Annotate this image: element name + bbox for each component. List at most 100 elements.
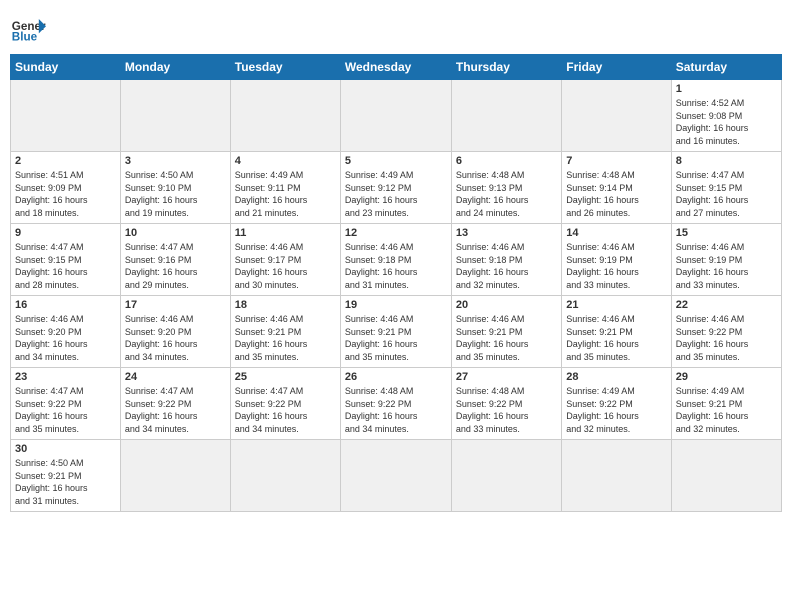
calendar-cell [230, 80, 340, 152]
calendar-cell: 16 Sunrise: 4:46 AM Sunset: 9:20 PM Dayli… [11, 296, 121, 368]
day-number: 24 [125, 371, 226, 383]
day-info: Sunrise: 4:51 AM Sunset: 9:09 PM Dayligh… [15, 169, 116, 219]
day-number: 17 [125, 299, 226, 311]
calendar-cell [451, 80, 561, 152]
calendar-cell [562, 80, 671, 152]
day-number: 20 [456, 299, 557, 311]
day-number: 6 [456, 155, 557, 167]
calendar-cell: 23Sunrise: 4:47 AM Sunset: 9:22 PM Dayli… [11, 368, 121, 440]
day-info: Sunrise: 4:50 AM Sunset: 9:21 PM Dayligh… [15, 457, 116, 507]
day-header-sunday: Sunday [11, 55, 121, 80]
calendar-cell: 21 Sunrise: 4:46 AM Sunset: 9:21 PM Dayli… [562, 296, 671, 368]
calendar-cell: 29Sunrise: 4:49 AM Sunset: 9:21 PM Dayli… [671, 368, 781, 440]
day-info: Sunrise: 4:49 AM Sunset: 9:12 PM Dayligh… [345, 169, 447, 219]
calendar-cell: 12Sunrise: 4:46 AM Sunset: 9:18 PM Dayli… [340, 224, 451, 296]
day-number: 3 [125, 155, 226, 167]
calendar-cell: 19 Sunrise: 4:46 AM Sunset: 9:21 PM Dayli… [340, 296, 451, 368]
day-number: 10 [125, 227, 226, 239]
day-number: 21 [566, 299, 666, 311]
logo: General Blue [10, 10, 46, 46]
page-header: General Blue [10, 10, 782, 46]
calendar-cell: 30 Sunrise: 4:50 AM Sunset: 9:21 PM Dayli… [11, 440, 121, 512]
calendar-cell [11, 80, 121, 152]
day-info: Sunrise: 4:46 AM Sunset: 9:21 PM Dayligh… [456, 313, 557, 363]
calendar-cell: 18 Sunrise: 4:46 AM Sunset: 9:21 PM Dayli… [230, 296, 340, 368]
calendar-cell [230, 440, 340, 512]
day-header-wednesday: Wednesday [340, 55, 451, 80]
logo-icon: General Blue [10, 10, 46, 46]
week-row-1: 1 Sunrise: 4:52 AM Sunset: 9:08 PM Daylig… [11, 80, 782, 152]
calendar-cell: 26Sunrise: 4:48 AM Sunset: 9:22 PM Dayli… [340, 368, 451, 440]
calendar-cell [120, 440, 230, 512]
day-header-thursday: Thursday [451, 55, 561, 80]
calendar-cell: 2 Sunrise: 4:51 AM Sunset: 9:09 PM Daylig… [11, 152, 121, 224]
day-info: Sunrise: 4:47 AM Sunset: 9:22 PM Dayligh… [125, 385, 226, 435]
calendar-cell: 8Sunrise: 4:47 AM Sunset: 9:15 PM Daylig… [671, 152, 781, 224]
calendar-cell [562, 440, 671, 512]
day-info: Sunrise: 4:46 AM Sunset: 9:21 PM Dayligh… [566, 313, 666, 363]
calendar-cell [451, 440, 561, 512]
day-number: 9 [15, 227, 116, 239]
calendar-header-row: SundayMondayTuesdayWednesdayThursdayFrid… [11, 55, 782, 80]
calendar-cell: 13 Sunrise: 4:46 AM Sunset: 9:18 PM Dayli… [451, 224, 561, 296]
day-info: Sunrise: 4:46 AM Sunset: 9:21 PM Dayligh… [235, 313, 336, 363]
day-info: Sunrise: 4:47 AM Sunset: 9:22 PM Dayligh… [235, 385, 336, 435]
calendar-cell: 17Sunrise: 4:46 AM Sunset: 9:20 PM Dayli… [120, 296, 230, 368]
day-info: Sunrise: 4:48 AM Sunset: 9:22 PM Dayligh… [345, 385, 447, 435]
calendar-cell: 28 Sunrise: 4:49 AM Sunset: 9:22 PM Dayli… [562, 368, 671, 440]
week-row-2: 2 Sunrise: 4:51 AM Sunset: 9:09 PM Daylig… [11, 152, 782, 224]
day-number: 25 [235, 371, 336, 383]
day-number: 13 [456, 227, 557, 239]
calendar-cell: 4 Sunrise: 4:49 AM Sunset: 9:11 PM Daylig… [230, 152, 340, 224]
day-info: Sunrise: 4:52 AM Sunset: 9:08 PM Dayligh… [676, 97, 777, 147]
week-row-5: 23Sunrise: 4:47 AM Sunset: 9:22 PM Dayli… [11, 368, 782, 440]
day-info: Sunrise: 4:47 AM Sunset: 9:22 PM Dayligh… [15, 385, 116, 435]
day-header-tuesday: Tuesday [230, 55, 340, 80]
day-number: 19 [345, 299, 447, 311]
day-info: Sunrise: 4:47 AM Sunset: 9:15 PM Dayligh… [676, 169, 777, 219]
calendar-cell: 7 Sunrise: 4:48 AM Sunset: 9:14 PM Daylig… [562, 152, 671, 224]
calendar-cell: 15Sunrise: 4:46 AM Sunset: 9:19 PM Dayli… [671, 224, 781, 296]
calendar-cell [671, 440, 781, 512]
week-row-3: 9Sunrise: 4:47 AM Sunset: 9:15 PM Daylig… [11, 224, 782, 296]
calendar-cell: 11Sunrise: 4:46 AM Sunset: 9:17 PM Dayli… [230, 224, 340, 296]
calendar-cell: 22Sunrise: 4:46 AM Sunset: 9:22 PM Dayli… [671, 296, 781, 368]
day-info: Sunrise: 4:49 AM Sunset: 9:22 PM Dayligh… [566, 385, 666, 435]
calendar-cell: 6Sunrise: 4:48 AM Sunset: 9:13 PM Daylig… [451, 152, 561, 224]
day-number: 2 [15, 155, 116, 167]
day-info: Sunrise: 4:46 AM Sunset: 9:20 PM Dayligh… [15, 313, 116, 363]
calendar-cell: 10 Sunrise: 4:47 AM Sunset: 9:16 PM Dayli… [120, 224, 230, 296]
calendar-cell [340, 440, 451, 512]
day-info: Sunrise: 4:46 AM Sunset: 9:18 PM Dayligh… [456, 241, 557, 291]
day-number: 30 [15, 443, 116, 455]
day-number: 7 [566, 155, 666, 167]
day-info: Sunrise: 4:46 AM Sunset: 9:17 PM Dayligh… [235, 241, 336, 291]
calendar-cell: 3 Sunrise: 4:50 AM Sunset: 9:10 PM Daylig… [120, 152, 230, 224]
calendar-cell: 20 Sunrise: 4:46 AM Sunset: 9:21 PM Dayli… [451, 296, 561, 368]
day-header-saturday: Saturday [671, 55, 781, 80]
week-row-6: 30 Sunrise: 4:50 AM Sunset: 9:21 PM Dayli… [11, 440, 782, 512]
day-number: 16 [15, 299, 116, 311]
calendar-cell [120, 80, 230, 152]
day-header-friday: Friday [562, 55, 671, 80]
day-info: Sunrise: 4:46 AM Sunset: 9:18 PM Dayligh… [345, 241, 447, 291]
day-info: Sunrise: 4:49 AM Sunset: 9:11 PM Dayligh… [235, 169, 336, 219]
day-header-monday: Monday [120, 55, 230, 80]
calendar-cell [340, 80, 451, 152]
day-number: 18 [235, 299, 336, 311]
day-info: Sunrise: 4:46 AM Sunset: 9:21 PM Dayligh… [345, 313, 447, 363]
day-number: 27 [456, 371, 557, 383]
calendar-table: SundayMondayTuesdayWednesdayThursdayFrid… [10, 54, 782, 512]
day-number: 22 [676, 299, 777, 311]
day-info: Sunrise: 4:46 AM Sunset: 9:19 PM Dayligh… [566, 241, 666, 291]
day-info: Sunrise: 4:50 AM Sunset: 9:10 PM Dayligh… [125, 169, 226, 219]
day-number: 28 [566, 371, 666, 383]
calendar-cell: 9Sunrise: 4:47 AM Sunset: 9:15 PM Daylig… [11, 224, 121, 296]
day-info: Sunrise: 4:47 AM Sunset: 9:16 PM Dayligh… [125, 241, 226, 291]
day-info: Sunrise: 4:48 AM Sunset: 9:14 PM Dayligh… [566, 169, 666, 219]
day-number: 5 [345, 155, 447, 167]
day-info: Sunrise: 4:49 AM Sunset: 9:21 PM Dayligh… [676, 385, 777, 435]
calendar-cell: 24 Sunrise: 4:47 AM Sunset: 9:22 PM Dayli… [120, 368, 230, 440]
day-number: 4 [235, 155, 336, 167]
day-number: 1 [676, 83, 777, 95]
